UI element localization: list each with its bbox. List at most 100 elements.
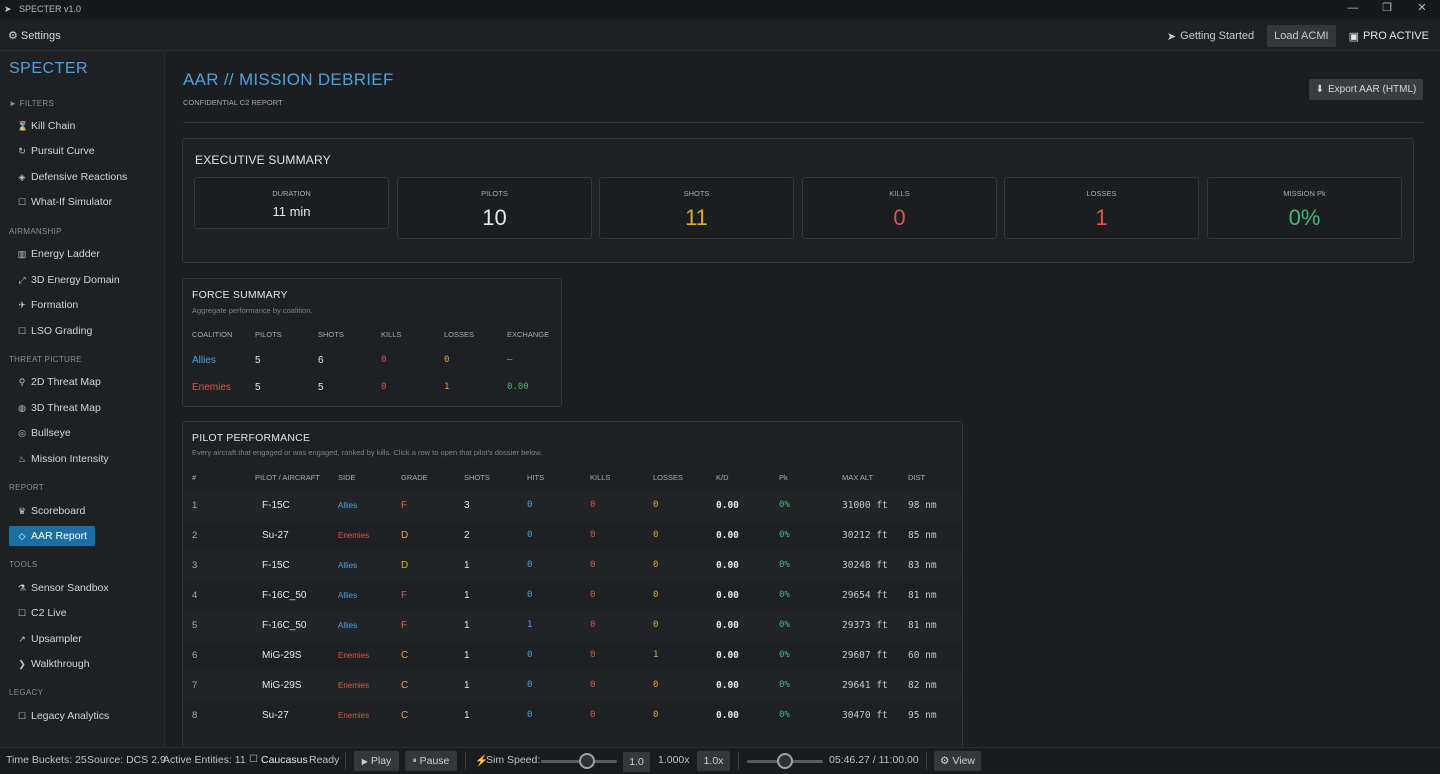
table-row[interactable]: 7 MiG-29S Enemies C 1 0 0 0 0.00 0% 29641 ft 82 nm — [184, 671, 961, 701]
export-aar-button[interactable]: ⬇ Export AAR (HTML) — [1309, 79, 1423, 100]
side-label: Enemies — [338, 681, 370, 690]
sidebar-item-defensive-reactions[interactable]: ◈ Defensive Reactions — [17, 170, 128, 184]
kills-value: 0 — [590, 590, 596, 600]
column-header: KILLS — [381, 330, 402, 339]
reset-speed-button[interactable]: 1.0x — [697, 751, 730, 771]
sidebar-item-mission-intensity[interactable]: ♨ Mission Intensity — [17, 452, 109, 466]
separator — [926, 752, 927, 770]
square-icon: ☐ — [17, 710, 27, 721]
sidebar-item-2d-threat-map[interactable]: ⚲ 2D Threat Map — [17, 375, 101, 389]
expand-icon: ⤢ — [18, 274, 26, 285]
download-icon: ⬇ — [1315, 84, 1325, 95]
kills-value: 0 — [590, 560, 596, 570]
sidebar-item-label: AAR Report — [31, 530, 88, 542]
losses-value: 0 — [653, 500, 659, 510]
side-label: Allies — [338, 561, 358, 570]
section-legacy: LEGACY — [9, 688, 44, 697]
kills-value: 0 — [590, 500, 596, 510]
play-button[interactable]: ▶ Play — [354, 751, 399, 771]
sidebar-item-what-if-simulator[interactable]: ☐ What-If Simulator — [17, 195, 112, 209]
kills-value: 0 — [590, 710, 596, 720]
column-header: COALITION — [192, 330, 233, 339]
kills-value: 0 — [590, 680, 596, 690]
column-header: SIDE — [338, 473, 356, 482]
flask-icon: ⚗ — [17, 582, 27, 593]
sidebar-item-c2-live[interactable]: ☐ C2 Live — [17, 606, 67, 620]
table-row[interactable]: 5 F-16C_50 Allies F 1 1 0 0 0.00 0% 29373 ft 81 nm — [184, 611, 961, 641]
getting-started-button[interactable]: ➤ Getting Started — [1160, 25, 1261, 47]
sim-speed-slider-handle[interactable] — [578, 753, 595, 769]
table-row[interactable]: 6 MiG-29S Enemies C 1 0 0 1 0.00 0% 29607 ft 60 nm — [184, 641, 961, 671]
sidebar-item-sensor-sandbox[interactable]: ⚗ Sensor Sandbox — [17, 581, 109, 595]
sidebar-item-upsampler[interactable]: ↗ Upsampler — [17, 632, 82, 646]
max-alt-value: 30470 ft — [842, 710, 888, 721]
column-header: EXCHANGE — [507, 330, 550, 339]
plane-icon: ➤ — [1166, 30, 1177, 43]
sidebar-item-label: Bullseye — [31, 427, 71, 439]
playback-time: 05:46.27 / 11:00.00 — [829, 754, 919, 766]
aircraft-name: Su-27 — [262, 530, 289, 541]
losses-value: 0 — [653, 620, 659, 630]
bar-chart-icon: ▥ — [17, 248, 27, 259]
pause-button[interactable]: ⏸ Pause — [405, 751, 457, 771]
sidebar-item-legacy-analytics[interactable]: ☐ Legacy Analytics — [17, 709, 109, 723]
sidebar-item-walkthrough[interactable]: ❯ Walkthrough — [17, 657, 89, 671]
pro-active-label: PRO ACTIVE — [1362, 30, 1429, 42]
losses-value: 0 — [653, 680, 659, 690]
table-row[interactable]: 8 Su-27 Enemies C 1 0 0 0 0.00 0% 30470 ft 95 nm — [184, 701, 961, 731]
close-icon[interactable]: ✕ — [1405, 0, 1439, 18]
column-header: GRADE — [401, 473, 428, 482]
checkbox-icon[interactable]: ☐ — [249, 754, 258, 765]
dist-value: 98 nm — [908, 500, 937, 511]
shots-value: 1 — [464, 650, 470, 661]
ready-status: Ready — [309, 754, 340, 766]
sidebar-item-energy-ladder[interactable]: ▥ Energy Ladder — [17, 247, 100, 261]
table-row[interactable]: 1 F-15C Allies F 3 0 0 0 0.00 0% 31000 ft 98 nm — [184, 491, 961, 521]
sidebar-item-lso-grading[interactable]: ☐ LSO Grading — [17, 324, 92, 338]
pause-icon: ⏸ — [412, 756, 417, 765]
section-filters[interactable]: ► FILTERS — [9, 99, 54, 108]
dist-value: 95 nm — [908, 710, 937, 721]
shots-value: 1 — [464, 710, 470, 721]
sidebar-item-pursuit-curve[interactable]: ↻ Pursuit Curve — [17, 144, 94, 158]
dist-value: 60 nm — [908, 650, 937, 661]
minimize-icon[interactable]: — — [1336, 0, 1370, 18]
hits-value: 0 — [527, 650, 533, 660]
losses-value: 1 — [444, 382, 450, 392]
sidebar-item-label: Upsampler — [31, 633, 82, 645]
sidebar-item-scoreboard[interactable]: ♛ Scoreboard — [17, 504, 85, 518]
sidebar-item-bullseye[interactable]: ◎ Bullseye — [17, 426, 71, 440]
table-row[interactable]: 2 Su-27 Enemies D 2 0 0 0 0.00 0% 30212 ft 85 nm — [184, 521, 961, 551]
grade-value: D — [401, 560, 409, 571]
table-row[interactable]: 4 F-16C_50 Allies F 1 0 0 0 0.00 0% 29654 ft 81 nm — [184, 581, 961, 611]
brand-title: SPECTER — [9, 60, 89, 77]
shots-value: 3 — [464, 500, 470, 511]
dist-value: 81 nm — [908, 620, 937, 631]
chip-icon: ▣ — [1348, 30, 1359, 43]
load-acmi-button[interactable]: Load ACMI — [1267, 25, 1336, 47]
sidebar-item-kill-chain[interactable]: ⌛ Kill Chain — [17, 119, 75, 133]
sidebar-item-3d-energy-domain[interactable]: ⤢ 3D Energy Domain — [17, 273, 119, 287]
view-button[interactable]: ⚙ View — [934, 751, 981, 771]
kpi-shots: SHOTS 11 — [599, 177, 794, 239]
table-row[interactable]: 3 F-15C Allies D 1 0 0 0 0.00 0% 30248 ft 83 nm — [184, 551, 961, 581]
maximize-icon[interactable]: ❐ — [1370, 0, 1404, 18]
losses-value: 1 — [653, 650, 659, 660]
pk-value: 0% — [779, 530, 790, 540]
kpi-mission-pk: MISSION Pk 0% — [1207, 177, 1402, 239]
sidebar-item-aar-report[interactable]: ◇ AAR Report — [9, 526, 96, 546]
timeline-slider-handle[interactable] — [777, 753, 793, 769]
kpi-label: MISSION Pk — [1283, 189, 1326, 198]
sidebar-item-3d-threat-map[interactable]: ◍ 3D Threat Map — [17, 401, 101, 415]
sidebar-item-formation[interactable]: ✈ Formation — [17, 298, 78, 312]
settings-menu[interactable]: ⚙ Settings — [8, 29, 61, 43]
aircraft-name: MiG-29S — [262, 680, 302, 691]
sim-speed-input[interactable]: 1.0 — [623, 752, 650, 772]
sidebar-item-label: Formation — [31, 299, 79, 311]
refresh-icon: ↻ — [18, 145, 26, 156]
divider — [183, 122, 1423, 123]
sidebar-item-label: C2 Live — [31, 607, 67, 619]
pro-active-badge[interactable]: ▣ PRO ACTIVE — [1342, 25, 1436, 47]
map-name: Caucasus — [261, 754, 308, 766]
sidebar: SPECTER ► FILTERS ⌛ Kill Chain ↻ Pursuit C… — [0, 51, 165, 747]
